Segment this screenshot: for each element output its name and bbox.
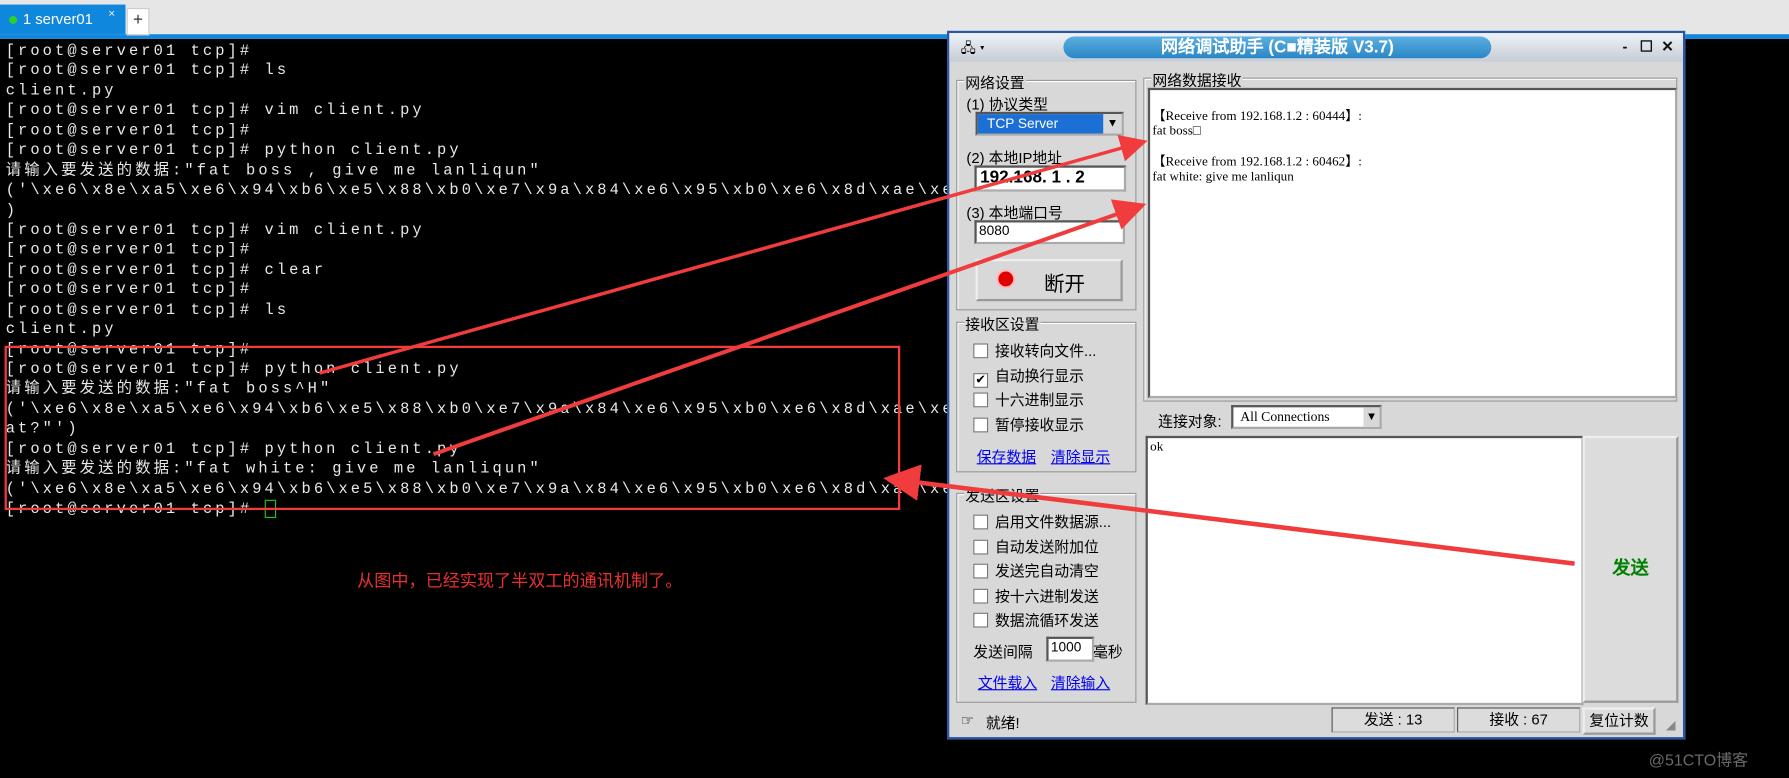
annotation-arrows — [319, 134, 1575, 566]
arrow-1 — [319, 134, 1148, 375]
arrow-3 — [883, 464, 1575, 566]
